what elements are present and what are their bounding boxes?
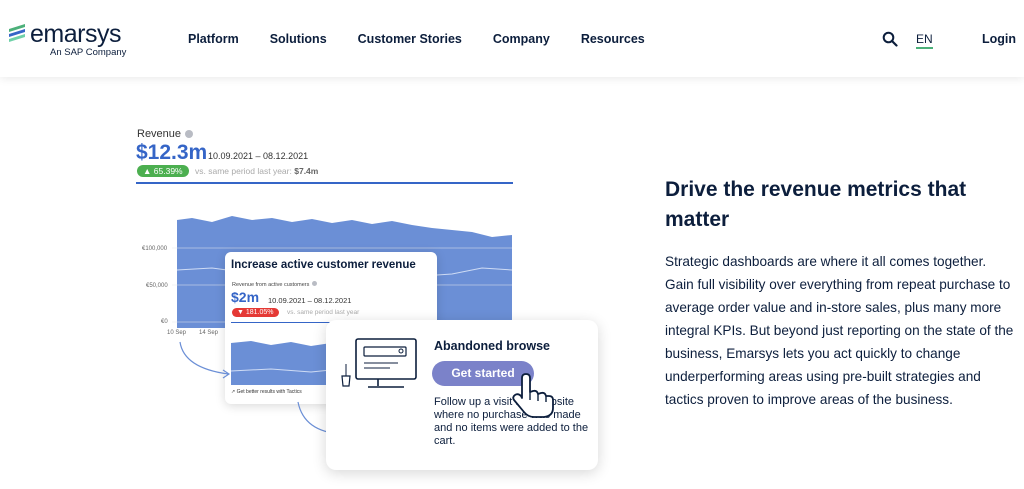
revenue-change-badge: ▲ 65.39% <box>137 165 189 177</box>
tactics-link-text: Get better results with Tactics <box>236 389 302 395</box>
nav-company[interactable]: Company <box>493 32 550 46</box>
y-tick-0: €0 <box>161 319 168 325</box>
revenue-divider <box>136 182 513 184</box>
card-compare: vs. same period last year <box>287 309 360 316</box>
emarsys-logo[interactable]: emarsys An SAP Company <box>8 20 128 60</box>
nav-customer-stories[interactable]: Customer Stories <box>358 32 462 46</box>
y-tick-50000: €50,000 <box>146 283 168 289</box>
revenue-compare: vs. same period last year: $7.4m <box>195 166 318 176</box>
x-tick-14sep: 14 Sep <box>199 330 219 336</box>
site-header: emarsys An SAP Company Platform Solution… <box>0 0 1024 77</box>
card-title: Increase active customer revenue <box>231 259 416 271</box>
logo-tagline: An SAP Company <box>50 47 127 58</box>
logo-wordmark: emarsys <box>30 20 121 48</box>
nav-solutions[interactable]: Solutions <box>270 32 327 46</box>
tactics-link[interactable]: ↗ Get better results with Tactics <box>231 389 302 395</box>
section-body: Strategic dashboards are where it all co… <box>665 254 1014 407</box>
emarsys-logo-icon <box>9 24 25 42</box>
revenue-value: $12.3m <box>136 141 208 164</box>
revenue-dates: 10.09.2021 – 08.12.2021 <box>208 151 309 161</box>
y-tick-100000: €100,000 <box>142 246 168 252</box>
x-tick-10sep: 10 Sep <box>167 330 187 336</box>
arrow-icon <box>179 341 231 379</box>
card-subtitle: Revenue from active customers <box>232 281 318 288</box>
card-value: $2m <box>231 289 260 305</box>
language-selector[interactable]: EN <box>916 32 933 49</box>
nav-resources[interactable]: Resources <box>581 32 645 46</box>
revenue-label: Revenue <box>137 128 194 140</box>
revenue-compare-text: vs. same period last year: <box>195 166 292 176</box>
monitor-icon <box>341 338 417 388</box>
card-dates: 10.09.2021 – 08.12.2021 <box>268 296 352 305</box>
revenue-compare-value: $7.4m <box>294 166 319 176</box>
main-nav: Platform Solutions Customer Stories Comp… <box>188 32 645 46</box>
login-link[interactable]: Login <box>982 32 1016 46</box>
card-subtitle-text: Revenue from active customers <box>232 282 310 288</box>
card-title: Abandoned browse <box>434 339 550 353</box>
card-change-badge: ▼ 181.05% <box>232 308 279 317</box>
nav-platform[interactable]: Platform <box>188 32 239 46</box>
abandoned-browse-card[interactable]: Abandoned browse Get started Follow up a… <box>326 320 598 470</box>
help-icon <box>185 130 194 139</box>
section-headline: Drive the revenue metrics that matter <box>665 178 967 231</box>
hand-pointer-icon <box>512 373 554 418</box>
help-icon <box>312 281 318 286</box>
revenue-label-text: Revenue <box>137 128 182 140</box>
search-icon[interactable] <box>882 31 898 47</box>
